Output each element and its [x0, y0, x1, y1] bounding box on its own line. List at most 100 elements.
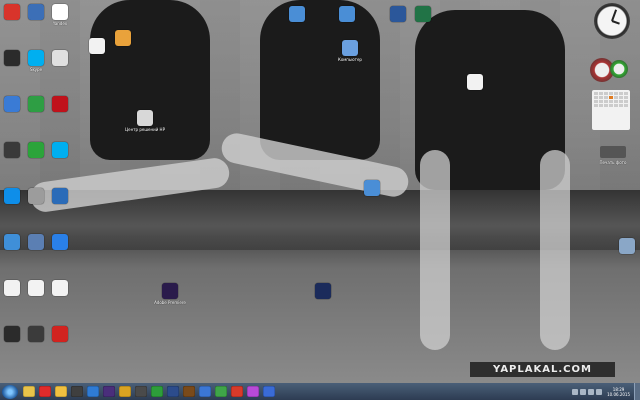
app-icon-image: [52, 188, 68, 204]
app-icon-image: [115, 30, 131, 46]
app-icon[interactable]: [282, 6, 312, 23]
dropbox-icon[interactable]: [45, 234, 75, 251]
document-icon[interactable]: [460, 74, 490, 91]
app-taskbar-icon[interactable]: [71, 386, 83, 397]
network-icon[interactable]: [588, 388, 595, 395]
icon-label: Adobe Premiere: [154, 300, 186, 305]
settings-icon-image: [4, 96, 20, 112]
avira-icon-image: [52, 326, 68, 342]
photoshop-taskbar-icon[interactable]: [87, 386, 99, 397]
app-icon-image: [28, 234, 44, 250]
desktop: Yandex Skype Центр решений HP Компьютер Ado…: [0, 0, 640, 383]
watermark: YAPLAKAL.COM: [470, 362, 615, 377]
app-icon[interactable]: [45, 188, 75, 205]
tray-icon[interactable]: [572, 388, 579, 395]
pdf-icon[interactable]: [45, 96, 75, 113]
excel-icon-image: [415, 6, 431, 22]
clock-gadget[interactable]: [594, 3, 630, 39]
yandex-browser-icon[interactable]: Yandex: [45, 4, 75, 26]
document-icon[interactable]: [45, 280, 75, 297]
explorer-taskbar-icon[interactable]: [23, 386, 35, 397]
app-icon[interactable]: Центр решений HP: [125, 110, 165, 132]
app-taskbar-icon[interactable]: [119, 386, 131, 397]
app-taskbar-icon[interactable]: [167, 386, 179, 397]
settings-icon-image: [28, 96, 44, 112]
clock-date: 10.06.2015: [607, 391, 630, 397]
app-icon-image: [339, 6, 355, 22]
icon-label: Skype: [29, 67, 43, 72]
system-tray: 18:29 10.06.2015: [571, 383, 640, 400]
premiere-icon-image: [162, 283, 178, 299]
show-desktop-button[interactable]: [634, 383, 640, 400]
photo-print-label: Печать фото: [599, 160, 627, 165]
app-icon-image: [137, 110, 153, 126]
chrome-taskbar-icon[interactable]: [215, 386, 227, 397]
app-taskbar-icon[interactable]: [263, 386, 275, 397]
skype-icon-image: [52, 142, 68, 158]
app-icon-image: [4, 142, 20, 158]
app-icon-image: [4, 50, 20, 66]
document-icon-image: [467, 74, 483, 90]
premiere-taskbar-icon[interactable]: [103, 386, 115, 397]
clock-hand: [611, 20, 620, 25]
bridge-taskbar-icon[interactable]: [183, 386, 195, 397]
recycle-bin-icon[interactable]: [612, 238, 640, 255]
network-icon[interactable]: [357, 180, 387, 197]
icon-label: Компьютер: [338, 57, 362, 62]
computer-icon-image: [342, 40, 358, 56]
app-icon-image: [4, 326, 20, 342]
wallpaper-leg: [540, 150, 570, 350]
folder-taskbar-icon[interactable]: [55, 386, 67, 397]
yandex-taskbar-icon[interactable]: [39, 386, 51, 397]
document-icon-image: [28, 280, 44, 296]
skype-icon-image: [28, 50, 44, 66]
word-icon-image: [390, 6, 406, 22]
document-icon-image: [52, 280, 68, 296]
app-icon-image: [52, 50, 68, 66]
excel-icon[interactable]: [408, 6, 438, 23]
wallpaper-leg: [420, 150, 450, 350]
calendar-gadget[interactable]: [592, 90, 630, 130]
app-taskbar-icon[interactable]: [247, 386, 259, 397]
volume-icon[interactable]: [596, 388, 603, 395]
tray-icon[interactable]: [580, 388, 587, 395]
start-button[interactable]: [2, 384, 18, 399]
pdf-icon-image: [4, 4, 20, 20]
app-icon-image: [28, 188, 44, 204]
calendar-grid: [592, 90, 630, 109]
photo-print-gadget[interactable]: Печать фото: [596, 142, 630, 176]
taskbar: 18:29 10.06.2015: [0, 383, 640, 400]
app-icon[interactable]: [45, 50, 75, 67]
skype-icon[interactable]: [45, 142, 75, 159]
memory-meter-gadget[interactable]: [610, 60, 628, 78]
document-icon-image: [89, 38, 105, 54]
app-taskbar-icon[interactable]: [135, 386, 147, 397]
teamviewer-icon-image: [4, 188, 20, 204]
icon-label: Центр решений HP: [125, 127, 165, 132]
dropbox-icon-image: [52, 234, 68, 250]
network-icon-image: [364, 180, 380, 196]
recycle-bin-icon-image: [619, 238, 635, 254]
yandex-browser-icon-image: [52, 4, 68, 20]
avira-icon[interactable]: [45, 326, 75, 343]
premiere-icon[interactable]: Adobe Premiere: [154, 283, 186, 305]
taskbar-items: [21, 386, 277, 397]
wallpaper-figure: [90, 0, 210, 160]
app-icon[interactable]: [108, 30, 138, 47]
document-icon[interactable]: [82, 38, 112, 55]
app-icon-image: [28, 4, 44, 20]
encore-icon[interactable]: [308, 283, 338, 300]
app-taskbar-icon[interactable]: [231, 386, 243, 397]
app-icon-image: [289, 6, 305, 22]
wallpaper-figure: [260, 0, 380, 160]
computer-icon[interactable]: Компьютер: [335, 40, 365, 62]
app-icon-image: [4, 234, 20, 250]
pdf-icon-image: [52, 96, 68, 112]
app-taskbar-icon[interactable]: [151, 386, 163, 397]
encore-icon-image: [315, 283, 331, 299]
app-taskbar-icon[interactable]: [199, 386, 211, 397]
printer-icon: [600, 146, 626, 158]
app-icon[interactable]: [332, 6, 362, 23]
app-icon-image: [28, 142, 44, 158]
taskbar-clock[interactable]: 18:29 10.06.2015: [607, 387, 630, 397]
